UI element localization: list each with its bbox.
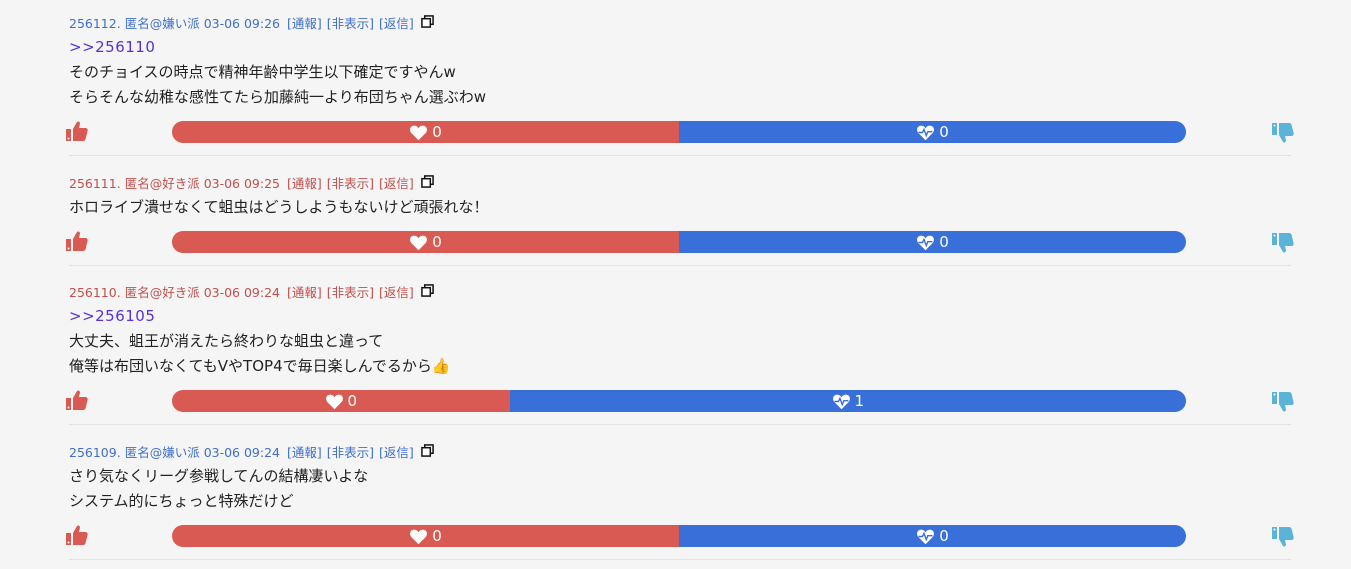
copy-icon[interactable] — [420, 443, 434, 462]
thumbs-up-icon[interactable] — [65, 229, 89, 253]
dislike-button[interactable]: 0 — [679, 525, 1186, 547]
reply-link[interactable]: [返信] — [379, 285, 414, 300]
dislike-count: 0 — [939, 123, 949, 141]
reply-anchor-link[interactable]: >>256110 — [69, 38, 155, 56]
report-link[interactable]: [通報] — [287, 285, 322, 300]
reply-anchor-link[interactable]: >>256105 — [69, 307, 155, 325]
heart-pulse-icon — [916, 124, 939, 141]
post-meta: 256112. 匿名@嫌い派 03-06 09:26 [通報] [非表示] [返信] — [69, 14, 441, 33]
like-button[interactable]: 0 — [172, 231, 679, 253]
post-body: >>256110 そのチョイスの時点で精神年齢中学生以下確定ですやんw そらそんな幼… — [69, 35, 486, 110]
vote-row: 0 0 — [65, 525, 1295, 547]
post-body: ホロライブ潰せなくて蛆虫はどうしようもないけど頑張れな！ — [69, 195, 489, 220]
post-body: >>256105 大丈夫、蛆王が消えたら終わりな蛆虫と違って俺等は布団いなくてもV… — [69, 304, 451, 379]
vote-row: 0 1 — [65, 390, 1295, 412]
post-number: 256110. 匿名@好き派 03-06 09:24 — [69, 285, 281, 300]
like-count: 0 — [347, 392, 358, 410]
post: 256112. 匿名@嫌い派 03-06 09:26 [通報] [非表示] [返信] … — [66, 14, 1294, 156]
thumbs-down-icon[interactable] — [1271, 121, 1295, 145]
like-button[interactable]: 0 — [172, 121, 679, 143]
report-link[interactable]: [通報] — [287, 16, 322, 31]
post-date: 03-06 09:26 — [203, 16, 281, 31]
heart-icon — [409, 124, 432, 141]
reply-link[interactable]: [返信] — [379, 445, 414, 460]
post-text-line: そのチョイスの時点で精神年齢中学生以下確定ですやんw — [69, 63, 456, 81]
like-count: 0 — [432, 123, 442, 141]
heart-pulse-icon — [916, 528, 939, 545]
author-name: 匿名@好き派 — [124, 285, 200, 300]
hide-link[interactable]: [非表示] — [327, 285, 374, 300]
hide-link[interactable]: [非表示] — [327, 445, 374, 460]
heart-icon — [325, 393, 348, 410]
dislike-button[interactable]: 0 — [679, 231, 1186, 253]
reply-link[interactable]: [返信] — [379, 176, 414, 191]
post-number: 256111. 匿名@好き派 03-06 09:25 — [69, 176, 281, 191]
heart-icon — [409, 528, 432, 545]
post: 256111. 匿名@好き派 03-06 09:25 [通報] [非表示] [返信] … — [66, 174, 1294, 266]
report-link[interactable]: [通報] — [287, 445, 322, 460]
author-name: 匿名@嫌い派 — [124, 16, 200, 31]
heart-icon — [409, 234, 432, 251]
author-name: 匿名@好き派 — [124, 176, 200, 191]
post-text-line: そらそんな幼稚な感性てたら加藤純一より布団ちゃん選ぶわw — [69, 88, 486, 106]
thumbs-down-icon[interactable] — [1271, 231, 1295, 255]
post-date: 03-06 09:25 — [203, 176, 281, 191]
vote-row: 0 0 — [65, 231, 1295, 253]
vote-bar: 0 1 — [172, 390, 1186, 412]
vote-bar: 0 0 — [172, 121, 1186, 143]
copy-icon[interactable] — [420, 14, 434, 33]
thumbs-down-icon[interactable] — [1271, 525, 1295, 549]
dislike-count: 0 — [939, 233, 949, 251]
like-count: 0 — [432, 233, 442, 251]
vote-bar: 0 0 — [172, 231, 1186, 253]
heart-pulse-icon — [916, 234, 939, 251]
like-count: 0 — [432, 527, 442, 545]
author-name: 匿名@嫌い派 — [124, 445, 200, 460]
thumbs-up-icon[interactable] — [65, 388, 89, 412]
copy-icon[interactable] — [420, 283, 434, 302]
post-text-line: システム的にちょっと特殊だけど — [69, 492, 294, 510]
vote-row: 0 0 — [65, 121, 1295, 143]
post-date: 03-06 09:24 — [203, 285, 281, 300]
post-text-line: ホロライブ潰せなくて蛆虫はどうしようもないけど頑張れな！ — [69, 198, 489, 216]
post-text-line: さり気なくリーグ参戦してんの結構凄いよな — [69, 467, 369, 485]
like-button[interactable]: 0 — [172, 390, 510, 412]
thumbs-down-icon[interactable] — [1271, 390, 1295, 414]
post-number: 256112. 匿名@嫌い派 03-06 09:26 — [69, 16, 281, 31]
vote-bar: 0 0 — [172, 525, 1186, 547]
post-date: 03-06 09:24 — [203, 445, 281, 460]
hide-link[interactable]: [非表示] — [327, 16, 374, 31]
hide-link[interactable]: [非表示] — [327, 176, 374, 191]
dislike-count: 1 — [854, 392, 865, 410]
post-number: 256109. 匿名@嫌い派 03-06 09:24 — [69, 445, 281, 460]
reply-link[interactable]: [返信] — [379, 16, 414, 31]
post-meta: 256111. 匿名@好き派 03-06 09:25 [通報] [非表示] [返信] — [69, 174, 441, 193]
dislike-button[interactable]: 1 — [509, 390, 1186, 412]
post-body: さり気なくリーグ参戦してんの結構凄いよな システム的にちょっと特殊だけど — [69, 464, 368, 514]
like-button[interactable]: 0 — [172, 525, 679, 547]
post-text-line: 大丈夫、蛆王が消えたら終わりな蛆虫と違って — [69, 332, 384, 350]
post: 256109. 匿名@嫌い派 03-06 09:24 [通報] [非表示] [返信] … — [66, 443, 1294, 560]
dislike-count: 0 — [939, 527, 949, 545]
copy-icon[interactable] — [420, 174, 434, 193]
heart-pulse-icon — [832, 393, 855, 410]
post-meta: 256109. 匿名@嫌い派 03-06 09:24 [通報] [非表示] [返信] — [69, 443, 441, 462]
thumbs-up-icon[interactable] — [65, 119, 89, 143]
post-text-line: 俺等は布団いなくてもVやTOP4で毎日楽しんでるから👍 — [69, 357, 451, 375]
dislike-button[interactable]: 0 — [679, 121, 1186, 143]
post-meta: 256110. 匿名@好き派 03-06 09:24 [通報] [非表示] [返信] — [69, 283, 441, 302]
post: 256110. 匿名@好き派 03-06 09:24 [通報] [非表示] [返信] … — [66, 283, 1294, 425]
thumbs-up-icon[interactable] — [65, 523, 89, 547]
report-link[interactable]: [通報] — [287, 176, 322, 191]
